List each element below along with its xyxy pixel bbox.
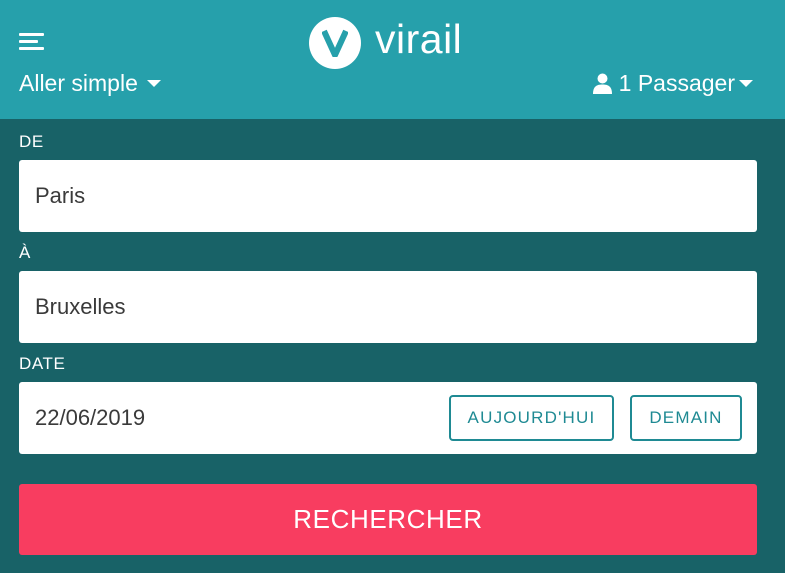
to-input[interactable]: Bruxelles xyxy=(19,271,757,343)
to-label: À xyxy=(19,243,31,262)
passengers-label: 1 Passager xyxy=(618,69,735,96)
search-button[interactable]: RECHERCHER xyxy=(19,484,757,555)
date-label: DATE xyxy=(19,354,66,373)
caret-down-icon xyxy=(739,79,753,87)
hamburger-menu-icon[interactable] xyxy=(19,33,44,51)
from-label: DE xyxy=(19,132,44,151)
app-header: virail Aller simple 1 Passager xyxy=(0,0,785,119)
from-value: Paris xyxy=(35,183,86,208)
tomorrow-button[interactable]: DEMAIN xyxy=(630,395,742,441)
logo-text: virail xyxy=(375,15,463,62)
from-input[interactable]: Paris xyxy=(19,160,757,232)
passengers-dropdown[interactable]: 1 Passager xyxy=(592,68,753,98)
to-value: Bruxelles xyxy=(35,294,126,319)
date-input[interactable]: 22/06/2019 AUJOURD'HUI DEMAIN xyxy=(19,382,757,454)
logo[interactable]: virail xyxy=(309,15,462,71)
trip-type-label: Aller simple xyxy=(19,69,138,96)
caret-down-icon xyxy=(146,79,161,87)
date-value: 22/06/2019 xyxy=(35,405,146,430)
today-button[interactable]: AUJOURD'HUI xyxy=(449,395,614,441)
trip-type-dropdown[interactable]: Aller simple xyxy=(19,68,161,98)
logo-mark-icon xyxy=(309,17,361,69)
user-icon xyxy=(592,73,612,94)
